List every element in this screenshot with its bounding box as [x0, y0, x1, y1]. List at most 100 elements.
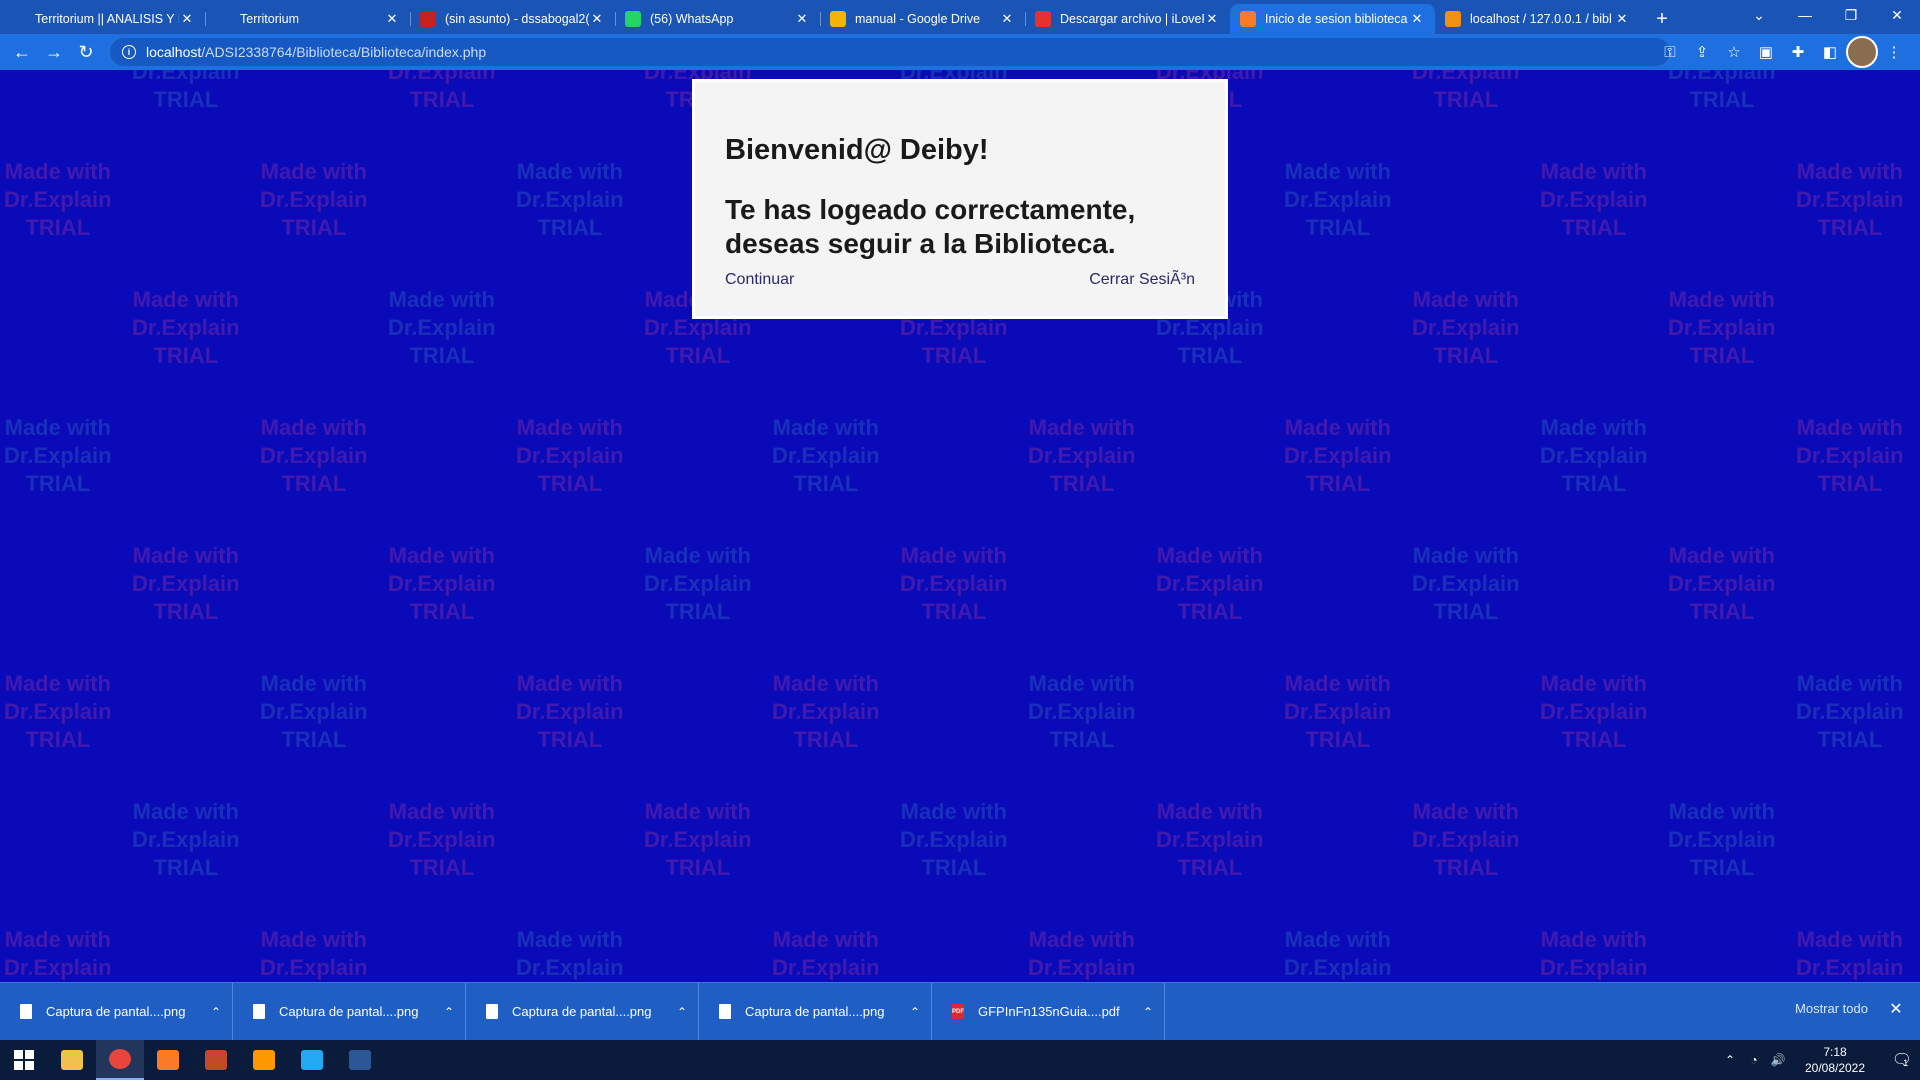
volume-icon[interactable]: 🔊 [1766, 1053, 1790, 1067]
tab-search-icon[interactable]: ⌄ [1736, 0, 1782, 30]
show-all-downloads-link[interactable]: Mostrar todo [1795, 1001, 1868, 1016]
new-tab-button[interactable]: + [1646, 4, 1678, 34]
tab-title: (56) WhatsApp [650, 12, 734, 26]
watermark-text: Made withDr.ExplainTRIAL [132, 542, 240, 626]
start-button[interactable] [0, 1040, 48, 1080]
watermark-line1: Made with [132, 287, 239, 312]
watermark-line2: Dr.Explain [4, 955, 112, 980]
download-options-chevron-icon[interactable]: ⌃ [905, 1005, 925, 1019]
watermark-line3: TRIAL [1433, 87, 1499, 112]
profile-avatar[interactable] [1846, 36, 1878, 68]
notifications-icon[interactable]: 🗨 1 [1880, 1040, 1920, 1080]
watermark-line1: Made with [4, 671, 111, 696]
close-downloads-icon[interactable]: ✕ [1884, 997, 1908, 1021]
close-tab-icon[interactable]: ✕ [794, 11, 810, 27]
chrome-icon[interactable] [96, 1040, 144, 1080]
system-clock[interactable]: 7:18 20/08/2022 [1800, 1044, 1870, 1076]
close-tab-icon[interactable]: ✕ [999, 11, 1015, 27]
watermark-text: Made withDr.ExplainTRIAL [388, 798, 496, 882]
close-tab-icon[interactable]: ✕ [179, 11, 195, 27]
watermark-line2: Dr.Explain [1668, 315, 1776, 340]
download-options-chevron-icon[interactable]: ⌃ [672, 1005, 692, 1019]
watermark-line2: Dr.Explain [1412, 70, 1520, 84]
close-tab-icon[interactable]: ✕ [384, 11, 400, 27]
profile-small-icon[interactable]: ▣ [1750, 36, 1782, 68]
browser-tab[interactable]: Territorium || ANALISIS Y D ✕ [0, 4, 205, 34]
browser-tab[interactable]: Territorium ✕ [205, 4, 410, 34]
download-options-chevron-icon[interactable]: ⌃ [206, 1005, 226, 1019]
bookmark-star-icon[interactable]: ☆ [1718, 36, 1750, 68]
watermark-line2: Dr.Explain [1540, 443, 1648, 468]
download-item[interactable]: Captura de pantal....png ⌃ [699, 982, 932, 1041]
watermark-text: Made withDr.ExplainTRIAL [1284, 926, 1392, 982]
close-tab-icon[interactable]: ✕ [589, 11, 605, 27]
media-app-icon[interactable] [192, 1040, 240, 1080]
download-options-chevron-icon[interactable]: ⌃ [439, 1005, 459, 1019]
watermark-line3: TRIAL [25, 215, 91, 240]
logout-link[interactable]: Cerrar SesiÃ³n [1089, 271, 1195, 289]
browser-tab[interactable]: manual - Google Drive ✕ [820, 4, 1025, 34]
xampp-icon[interactable] [144, 1040, 192, 1080]
download-item[interactable]: Captura de pantal....png ⌃ [0, 982, 233, 1041]
browser-tab[interactable]: (sin asunto) - dssabogal2(✕ [410, 4, 615, 34]
watermark-line1: Made with [772, 415, 879, 440]
watermark-line3: TRIAL [793, 471, 859, 496]
browser-tab[interactable]: Descargar archivo | iLoveP ✕ [1025, 4, 1230, 34]
toolbar-actions: ⚿ ⇪ ☆ ▣ ✚ ◧ ⋮ [1654, 36, 1910, 68]
watermark-text: Made withDr.ExplainTRIAL [388, 542, 496, 626]
watermark-line1: Made with [1540, 159, 1647, 184]
file-explorer-icon[interactable] [48, 1040, 96, 1080]
network-icon[interactable]: ◔ [1742, 1053, 1766, 1067]
watermark-line2: Dr.Explain [644, 571, 752, 596]
taskbar-apps [0, 1040, 384, 1080]
forward-button[interactable]: → [38, 36, 70, 68]
back-button[interactable]: ← [6, 36, 38, 68]
watermark-line2: Dr.Explain [1796, 955, 1904, 980]
word-icon[interactable] [336, 1040, 384, 1080]
download-options-chevron-icon[interactable]: ⌃ [1138, 1005, 1158, 1019]
watermark-line1: Made with [4, 159, 111, 184]
download-item[interactable]: Captura de pantal....png ⌃ [233, 982, 466, 1041]
watermark-line2: Dr.Explain [516, 443, 624, 468]
restore-button[interactable]: ❐ [1828, 0, 1874, 30]
image-file-icon [719, 1004, 731, 1019]
watermark-text: Made withDr.ExplainTRIAL [1412, 542, 1520, 626]
key-icon[interactable]: ⚿ [1654, 36, 1686, 68]
watermark-line3: TRIAL [1177, 855, 1243, 880]
continue-link[interactable]: Continuar [725, 271, 794, 289]
menu-icon[interactable]: ⋮ [1878, 36, 1910, 68]
watermark-text: Made withDr.ExplainTRIAL [1412, 798, 1520, 882]
share-icon[interactable]: ⇪ [1686, 36, 1718, 68]
close-tab-icon[interactable]: ✕ [1614, 11, 1630, 27]
browser-tab[interactable]: (56) WhatsApp ✕ [615, 4, 820, 34]
browser-tab[interactable]: Inicio de sesion biblioteca ✕ [1230, 4, 1435, 34]
watermark-line2: Dr.Explain [1284, 187, 1392, 212]
watermark-line1: Made with [1796, 159, 1903, 184]
watermark-text: Made withDr.ExplainTRIAL [1540, 414, 1648, 498]
download-list: Captura de pantal....png ⌃ Captura de pant… [0, 982, 1165, 1041]
side-panel-icon[interactable]: ◧ [1814, 36, 1846, 68]
reload-button[interactable]: ↻ [70, 36, 102, 68]
download-item[interactable]: PDF GFPInFn135nGuia....pdf ⌃ [932, 982, 1165, 1041]
tray-chevron-icon[interactable]: ⌃ [1718, 1053, 1742, 1067]
minimize-button[interactable]: — [1782, 0, 1828, 30]
address-bar[interactable]: i localhost/ADSI2338764/Biblioteca/Bibli… [110, 38, 1670, 66]
sublime-text-icon[interactable] [240, 1040, 288, 1080]
watermark-line1: Made with [1028, 415, 1135, 440]
watermark-line3: TRIAL [281, 471, 347, 496]
browser-tab[interactable]: localhost / 127.0.0.1 / bibl ✕ [1435, 4, 1640, 34]
site-info-icon[interactable]: i [122, 45, 136, 59]
watermark-line3: TRIAL [153, 87, 219, 112]
watermark-line2: Dr.Explain [4, 443, 112, 468]
extensions-icon[interactable]: ✚ [1782, 36, 1814, 68]
ilovepdf-icon [1035, 11, 1051, 27]
download-item[interactable]: Captura de pantal....png ⌃ [466, 982, 699, 1041]
watermark-line1: Made with [1668, 799, 1775, 824]
watermark-line1: Made with [260, 927, 367, 952]
close-tab-icon[interactable]: ✕ [1204, 11, 1220, 27]
vscode-icon[interactable] [288, 1040, 336, 1080]
watermark-line1: Made with [1284, 927, 1391, 952]
close-tab-icon[interactable]: ✕ [1409, 11, 1425, 27]
close-window-button[interactable]: ✕ [1874, 0, 1920, 30]
watermark-text: Made withDr.ExplainTRIAL [260, 670, 368, 754]
